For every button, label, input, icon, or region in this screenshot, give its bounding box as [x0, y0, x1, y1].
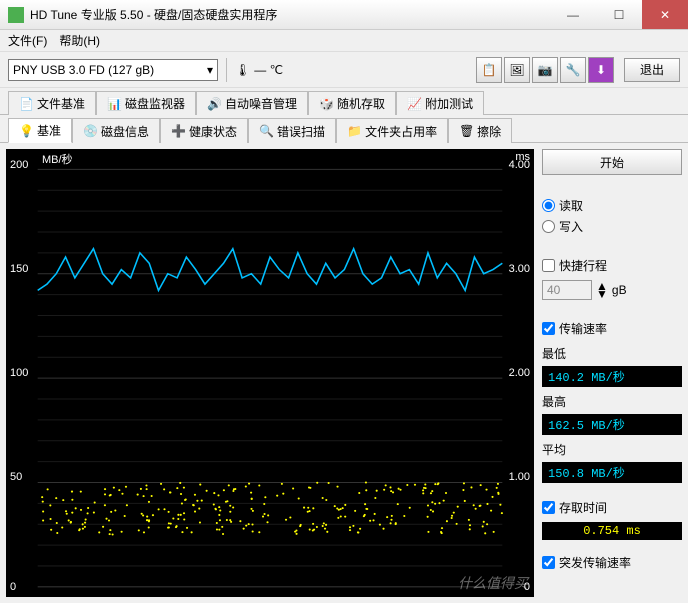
- tab-file-benchmark[interactable]: 📄文件基准: [8, 91, 96, 115]
- short-stroke-spin: ▲▼ gB: [542, 280, 682, 300]
- tab-row-1: 📄文件基准 📊磁盘监视器 🔊自动噪音管理 🎲随机存取 📈附加测试: [0, 88, 688, 115]
- value-avg: 150.8 MB/秒: [542, 462, 682, 483]
- tab-disk-monitor[interactable]: 📊磁盘监视器: [96, 91, 196, 115]
- extra-icon: 📈: [407, 97, 421, 111]
- menu-file[interactable]: 文件(F): [8, 32, 47, 49]
- tab-error-scan[interactable]: 🔍错误扫描: [248, 118, 336, 143]
- value-access: 0.754 ms: [542, 522, 682, 540]
- radio-read[interactable]: 读取: [542, 195, 682, 216]
- spin-down[interactable]: ▼: [596, 290, 608, 298]
- sound-icon: 🔊: [207, 97, 221, 111]
- check-access-input[interactable]: [542, 501, 555, 514]
- copy-info-button[interactable]: 📋: [476, 57, 502, 83]
- check-burst[interactable]: 突发传输速率: [542, 552, 682, 573]
- exit-button[interactable]: 退出: [624, 58, 680, 82]
- window-title: HD Tune 专业版 5.50 - 硬盘/固态硬盘实用程序: [30, 6, 550, 23]
- tab-row-2: 💡基准 💿磁盘信息 ➕健康状态 🔍错误扫描 📁文件夹占用率 🗑擦除: [0, 115, 688, 143]
- watermark: 什么值得买: [458, 573, 528, 593]
- search-icon: 🔍: [259, 124, 273, 138]
- titlebar: HD Tune 专业版 5.50 - 硬盘/固态硬盘实用程序 ― ☐ ✕: [0, 0, 688, 30]
- chevron-down-icon: ▾: [207, 63, 213, 77]
- short-stroke-value: [542, 280, 592, 300]
- disk-icon: 💿: [83, 124, 97, 138]
- tab-health[interactable]: ➕健康状态: [160, 118, 248, 143]
- label-max: 最高: [542, 393, 682, 410]
- value-min: 140.2 MB/秒: [542, 366, 682, 387]
- tab-benchmark[interactable]: 💡基准: [8, 118, 72, 143]
- drive-select-label: PNY USB 3.0 FD (127 gB): [13, 63, 154, 77]
- start-button[interactable]: 开始: [542, 149, 682, 175]
- copy-screenshot-button[interactable]: 🖼: [504, 57, 530, 83]
- monitor-icon: 📊: [107, 97, 121, 111]
- tab-erase[interactable]: 🗑擦除: [448, 118, 512, 143]
- options-button[interactable]: 🔧: [560, 57, 586, 83]
- tab-folder-usage[interactable]: 📁文件夹占用率: [336, 118, 448, 143]
- check-short-stroke[interactable]: 快捷行程: [542, 255, 682, 276]
- content-area: MB/秒 ms 200 150 100 50 0 4.00 3.00 2.00 …: [0, 143, 688, 603]
- radio-read-input[interactable]: [542, 199, 555, 212]
- benchmark-chart: MB/秒 ms 200 150 100 50 0 4.00 3.00 2.00 …: [6, 149, 534, 597]
- sidebar: 开始 读取 写入 快捷行程 ▲▼ gB 传输速率 最低 140.2 MB/秒 最…: [542, 149, 682, 597]
- tab-random-access[interactable]: 🎲随机存取: [308, 91, 396, 115]
- short-stroke-unit: gB: [612, 283, 627, 297]
- bulb-icon: 💡: [19, 124, 33, 138]
- menu-help[interactable]: 帮助(H): [59, 32, 100, 49]
- chart-svg: [6, 149, 534, 597]
- toolbar: PNY USB 3.0 FD (127 gB) ▾ 🌡 — ℃ 📋 🖼 📷 🔧 …: [0, 52, 688, 88]
- label-min: 最低: [542, 345, 682, 362]
- check-access-time[interactable]: 存取时间: [542, 497, 682, 518]
- tab-info[interactable]: 💿磁盘信息: [72, 118, 160, 143]
- menubar: 文件(F) 帮助(H): [0, 30, 688, 52]
- trash-icon: 🗑: [459, 124, 473, 138]
- check-transfer-input[interactable]: [542, 322, 555, 335]
- folder-icon: 📁: [347, 124, 361, 138]
- value-max: 162.5 MB/秒: [542, 414, 682, 435]
- random-icon: 🎲: [319, 97, 333, 111]
- window-controls: ― ☐ ✕: [550, 0, 688, 29]
- tab-aam[interactable]: 🔊自动噪音管理: [196, 91, 308, 115]
- radio-write-input[interactable]: [542, 220, 555, 233]
- save-button[interactable]: ⬇: [588, 57, 614, 83]
- check-short-stroke-input[interactable]: [542, 259, 555, 272]
- label-avg: 平均: [542, 441, 682, 458]
- health-icon: ➕: [171, 124, 185, 138]
- temperature-value: — ℃: [254, 63, 283, 77]
- check-burst-input[interactable]: [542, 556, 555, 569]
- separator: [226, 58, 227, 82]
- radio-write[interactable]: 写入: [542, 216, 682, 237]
- save-screenshot-button[interactable]: 📷: [532, 57, 558, 83]
- file-icon: 📄: [19, 97, 33, 111]
- minimize-button[interactable]: ―: [550, 0, 596, 29]
- maximize-button[interactable]: ☐: [596, 0, 642, 29]
- tab-extra-tests[interactable]: 📈附加测试: [396, 91, 484, 115]
- drive-select[interactable]: PNY USB 3.0 FD (127 gB) ▾: [8, 59, 218, 81]
- temperature: 🌡 — ℃: [235, 63, 283, 77]
- thermometer-icon: 🌡: [235, 63, 250, 77]
- mode-group: 读取 写入: [542, 191, 682, 241]
- check-transfer-rate[interactable]: 传输速率: [542, 318, 682, 339]
- close-button[interactable]: ✕: [642, 0, 688, 29]
- app-icon: [8, 7, 24, 23]
